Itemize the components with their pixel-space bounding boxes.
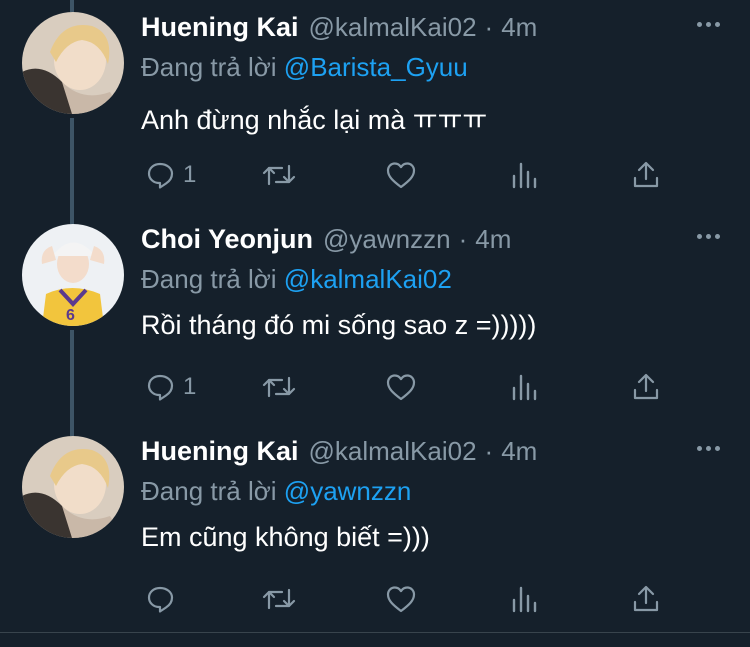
avatar-blond-boy — [22, 436, 124, 538]
thread-connector — [70, 0, 74, 12]
reply-count: 1 — [183, 161, 197, 188]
reply-count: 1 — [183, 373, 197, 400]
tweet-header: Huening Kai @kalmalKai02 · 4m — [141, 12, 537, 46]
like-icon — [386, 374, 416, 401]
reply-icon — [147, 162, 174, 189]
reply-icon — [147, 586, 174, 613]
avatar-blond-boy — [22, 12, 124, 114]
share-button[interactable] — [631, 160, 661, 190]
retweet-icon — [262, 588, 296, 610]
more-icon[interactable] — [697, 234, 720, 239]
tweet-actions — [141, 584, 671, 616]
tweet-text: Rồi tháng đó mi sống sao z =))))) — [141, 310, 537, 340]
tweet-actions: 1 — [141, 372, 671, 404]
analytics-button[interactable] — [509, 160, 539, 190]
timestamp[interactable]: 4m — [501, 436, 537, 467]
mention-link[interactable]: @yawnzzn — [284, 476, 412, 506]
retweet-icon — [262, 376, 296, 398]
replying-to: Đang trả lời @Barista_Gyuu — [141, 52, 468, 83]
display-name[interactable]: Huening Kai — [141, 436, 299, 467]
svg-text:6: 6 — [66, 307, 75, 324]
replying-to: Đang trả lời @yawnzzn — [141, 476, 411, 507]
reply-prefix: Đang trả lời — [141, 52, 277, 82]
share-button[interactable] — [631, 372, 661, 402]
analytics-button[interactable] — [509, 372, 539, 402]
separator-dot: · — [458, 224, 468, 254]
like-button[interactable] — [385, 372, 417, 402]
mention-link[interactable]: @kalmalKai02 — [284, 264, 452, 294]
more-icon[interactable] — [697, 22, 720, 27]
tweet-text: Anh đừng nhắc lại mà ㅠㅠㅠ — [141, 105, 488, 135]
analytics-icon — [512, 374, 537, 401]
more-icon[interactable] — [697, 446, 720, 451]
tweet-header: Choi Yeonjun @yawnzzn · 4m — [141, 224, 511, 258]
reply-button[interactable]: 1 — [145, 160, 196, 190]
display-name[interactable]: Choi Yeonjun — [141, 224, 313, 255]
tweet[interactable]: 6 Choi Yeonjun @yawnzzn · 4m Đang trả lờ… — [0, 224, 750, 414]
analytics-icon — [512, 586, 537, 613]
tweet[interactable]: Huening Kai @kalmalKai02 · 4m Đang trả l… — [0, 436, 750, 626]
user-handle[interactable]: @kalmalKai02 — [309, 12, 477, 43]
retweet-button[interactable] — [261, 584, 297, 614]
separator-dot: · — [484, 436, 494, 466]
reply-button[interactable]: 1 — [145, 372, 196, 402]
display-name[interactable]: Huening Kai — [141, 12, 299, 43]
share-icon — [633, 161, 659, 188]
user-handle[interactable]: @kalmalKai02 — [309, 436, 477, 467]
avatar-lakers-jersey: 6 — [22, 224, 124, 326]
mention-link[interactable]: @Barista_Gyuu — [284, 52, 468, 82]
tweet-header: Huening Kai @kalmalKai02 · 4m — [141, 436, 537, 470]
reply-button[interactable] — [145, 584, 183, 614]
avatar[interactable]: 6 — [22, 224, 124, 326]
reply-prefix: Đang trả lời — [141, 264, 277, 294]
replying-to: Đang trả lời @kalmalKai02 — [141, 264, 452, 295]
share-icon — [633, 585, 659, 612]
tweet[interactable]: Huening Kai @kalmalKai02 · 4m Đang trả l… — [0, 12, 750, 202]
timestamp[interactable]: 4m — [501, 12, 537, 43]
retweet-button[interactable] — [261, 372, 297, 402]
retweet-button[interactable] — [261, 160, 297, 190]
divider — [0, 632, 750, 633]
like-button[interactable] — [385, 584, 417, 614]
like-icon — [386, 586, 416, 613]
share-button[interactable] — [631, 584, 661, 614]
timestamp[interactable]: 4m — [475, 224, 511, 255]
reply-icon — [147, 374, 174, 401]
tweet-actions: 1 — [141, 160, 671, 192]
like-icon — [386, 162, 416, 189]
analytics-icon — [512, 162, 537, 189]
tweet-text: Em cũng không biết =))) — [141, 522, 430, 552]
reply-prefix: Đang trả lời — [141, 476, 277, 506]
analytics-button[interactable] — [509, 584, 539, 614]
retweet-icon — [262, 164, 296, 186]
avatar[interactable] — [22, 436, 124, 538]
avatar[interactable] — [22, 12, 124, 114]
user-handle[interactable]: @yawnzzn — [323, 224, 451, 255]
separator-dot: · — [484, 12, 494, 42]
reply-thread: Huening Kai @kalmalKai02 · 4m Đang trả l… — [0, 0, 750, 647]
share-icon — [633, 373, 659, 400]
like-button[interactable] — [385, 160, 417, 190]
